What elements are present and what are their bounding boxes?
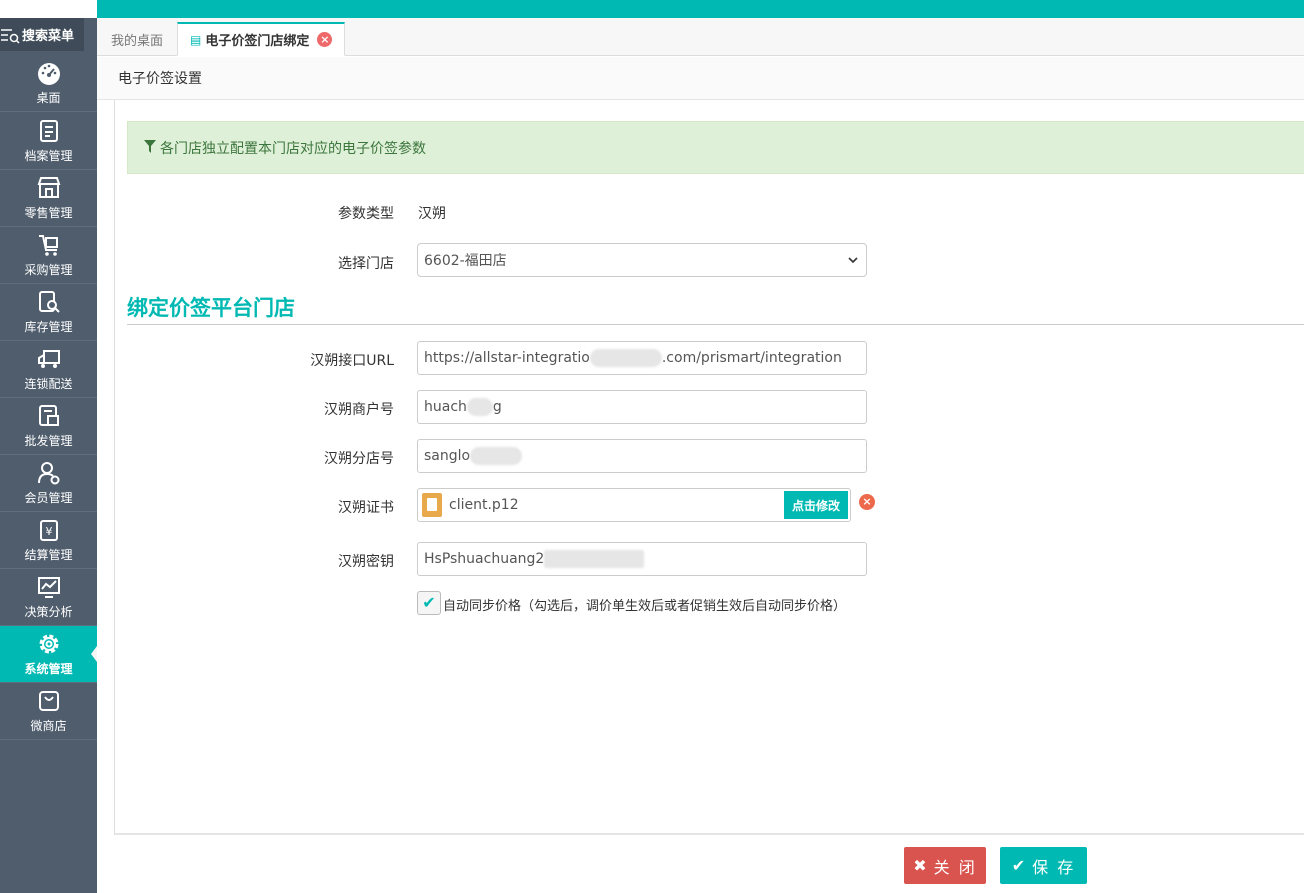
close-tab-icon[interactable]: × [317,32,333,47]
settlement-icon: ¥ [36,517,62,543]
save-button-label: 保 存 [1032,857,1076,877]
secret-value-prefix: HsPshuachuang2 [424,551,545,567]
dashboard-icon [36,60,62,86]
sidebar-item-label: 桌面 [36,91,61,105]
merchant-value-suffix: g [492,399,502,415]
tab-label: 电子价签门店绑定 [205,34,310,49]
menu-search-button[interactable]: 搜索菜单 [0,18,84,51]
section-title: 绑定价签平台门店 [127,296,295,320]
secret-input[interactable]: HsPshuachuang2 [417,542,867,576]
sidebar-item-delivery[interactable]: 连锁配送 [0,341,97,398]
sidebar-item-label: 批发管理 [24,434,73,448]
archive-icon [36,118,62,144]
info-alert: 各门店独立配置本门店对应的电子价签参数 [127,121,1304,174]
close-icon: ✖ [913,856,929,875]
auto-sync-label: 自动同步价格（勾选后，调价单生效后或者促销生效后自动同步价格） [443,599,847,614]
shop-bag-icon [36,688,62,714]
truck-icon [36,346,62,372]
gear-icon [36,631,62,657]
store-select-value: 6602-福田店 [424,253,507,269]
tab-label: 我的桌面 [111,33,164,49]
url-value-prefix: https://allstar-integratio [424,350,590,366]
merchant-value-prefix: huach [424,399,467,415]
sidebar-item-label: 库存管理 [24,320,73,334]
store-icon [36,175,62,201]
cert-file-name: client.p12 [449,497,519,513]
member-icon [36,460,62,486]
wholesale-icon [36,403,62,429]
tab-price-tag-binding[interactable]: ▤ 电子价签门店绑定 × [177,22,346,56]
store-select-label: 选择门店 [338,256,394,272]
param-type-label: 参数类型 [338,206,394,222]
tab-my-desktop[interactable]: 我的桌面 [99,22,175,56]
sidebar-item-inventory[interactable]: 库存管理 [0,284,97,341]
merchant-label: 汉朔商户号 [324,402,394,418]
page-title: 电子价签设置 [97,57,1304,100]
sidebar-item-purchase[interactable]: 采购管理 [0,227,97,284]
delete-cert-icon[interactable]: × [859,494,875,510]
url-label: 汉朔接口URL [310,353,394,369]
sidebar: 搜索菜单 桌面 档案管理 零售管理 采购管理 库存管理 连锁配送 批发管理 会员… [0,18,97,893]
sidebar-item-microshop[interactable]: 微商店 [0,683,97,740]
sidebar-item-analysis[interactable]: 决策分析 [0,569,97,626]
chart-icon [36,574,62,600]
sidebar-item-system[interactable]: 系统管理 [0,626,97,683]
tab-bar: 我的桌面 ▤ 电子价签门店绑定 × [97,18,1304,56]
cert-file-box: client.p12 点击修改 [417,488,851,522]
url-input[interactable]: https://allstar-integratio .com/prismart… [417,341,867,375]
redacted-blur [470,447,523,465]
sidebar-item-label: 结算管理 [24,548,73,562]
sidebar-item-archive[interactable]: 档案管理 [0,113,97,170]
auto-sync-checkbox[interactable]: ✔ [417,591,441,615]
sidebar-item-desktop[interactable]: 桌面 [0,55,97,112]
cert-modify-button[interactable]: 点击修改 [784,491,848,519]
file-icon [422,493,442,517]
redacted-blur [466,398,493,416]
merchant-input[interactable]: huach g [417,390,867,424]
top-bar [0,0,1304,18]
menu-search-label: 搜索菜单 [22,29,75,44]
sidebar-item-settlement[interactable]: ¥ 结算管理 [0,512,97,569]
sidebar-item-label: 微商店 [30,719,67,733]
filter-icon [144,139,156,156]
redacted-blur [589,349,662,367]
sidebar-item-label: 连锁配送 [24,377,73,391]
branch-label: 汉朔分店号 [324,451,394,467]
check-icon: ✔ [1011,856,1028,875]
save-button[interactable]: ✔ 保 存 [1000,847,1087,884]
sidebar-item-wholesale[interactable]: 批发管理 [0,398,97,455]
sidebar-item-label: 档案管理 [24,149,73,163]
store-select[interactable]: 6602-福田店 [417,243,867,277]
svg-text:¥: ¥ [45,525,52,538]
chevron-down-icon [848,254,858,267]
alert-text: 各门店独立配置本门店对应的电子价签参数 [160,140,426,157]
sidebar-item-label: 零售管理 [24,206,73,220]
menu-search-icon [0,25,20,45]
logo [0,0,97,18]
sidebar-item-label: 决策分析 [24,605,73,619]
sidebar-item-label: 系统管理 [24,662,73,676]
cart-icon [36,232,62,258]
main-content: 各门店独立配置本门店对应的电子价签参数 参数类型 汉朔 选择门店 6602-福田… [114,100,1304,835]
url-value-suffix: .com/prismart/integration [661,350,842,366]
close-button-label: 关 闭 [933,857,977,877]
secret-label: 汉朔密钥 [338,554,394,570]
sidebar-item-label: 采购管理 [24,263,73,277]
branch-input[interactable]: sanglo [417,439,867,473]
sidebar-item-member[interactable]: 会员管理 [0,455,97,512]
section-divider [127,324,1304,325]
sidebar-item-retail[interactable]: 零售管理 [0,170,97,227]
redacted-blur [544,550,645,568]
close-button[interactable]: ✖ 关 闭 [904,847,986,884]
param-type-value: 汉朔 [418,206,446,222]
branch-value-prefix: sanglo [424,448,471,464]
sidebar-item-label: 会员管理 [24,491,73,505]
document-icon: ▤ [190,32,202,47]
inventory-search-icon [36,289,62,315]
cert-label: 汉朔证书 [338,500,394,516]
